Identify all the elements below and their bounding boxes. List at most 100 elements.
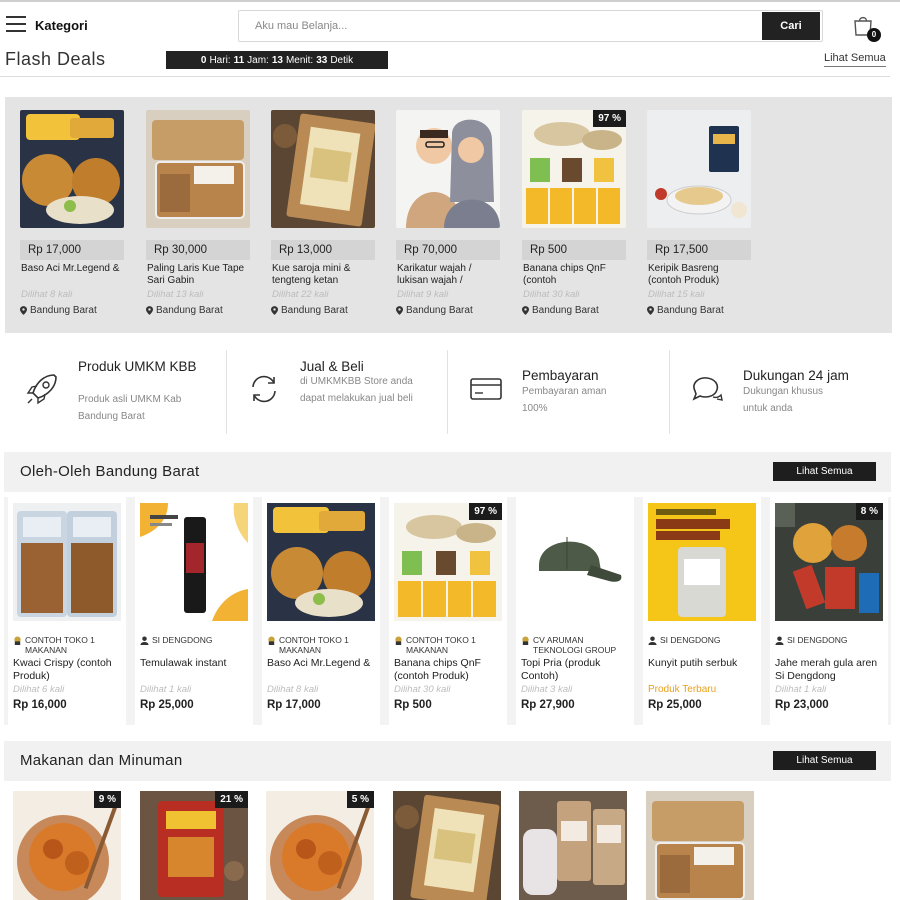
- product-name[interactable]: Kue saroja mini & tengteng ketan: [271, 263, 375, 287]
- feature-pembayaran: Pembayaran Pembayaran aman 100%: [468, 351, 658, 435]
- product-name[interactable]: Baso Aci Mr.Legend &: [20, 263, 124, 287]
- countdown-hours-label: Jam:: [247, 54, 269, 66]
- section-title: Makanan dan Minuman: [20, 752, 183, 769]
- kategori-label[interactable]: Kategori: [35, 18, 88, 33]
- product-name[interactable]: Baso Aci Mr.Legend &: [267, 657, 375, 683]
- feature-title: Jual & Beli: [300, 359, 364, 374]
- product-image[interactable]: 5 %: [266, 791, 374, 900]
- header-divider: [0, 76, 890, 77]
- oleh-oleh-product-row: CONTOH TOKO 1 MAKANAN Kwaci Crispy (cont…: [4, 497, 891, 725]
- product-image[interactable]: [393, 791, 501, 900]
- location-pin-icon: [20, 306, 27, 315]
- shop-info[interactable]: SI DENGDONG: [775, 635, 883, 657]
- product-name[interactable]: Kunyit putih serbuk: [648, 657, 756, 683]
- top-border: [0, 0, 900, 2]
- product-image[interactable]: [519, 791, 627, 900]
- shop-info[interactable]: SI DENGDONG: [140, 635, 248, 657]
- product-image[interactable]: [646, 791, 754, 900]
- discount-badge: 97 %: [469, 503, 502, 520]
- product-image[interactable]: 8 %: [775, 503, 883, 621]
- user-icon: [775, 636, 784, 645]
- discount-badge: 97 %: [593, 110, 626, 127]
- flash-product-card[interactable]: Rp 13,000 Kue saroja mini & tengteng ket…: [271, 110, 375, 316]
- flash-see-all-link[interactable]: Lihat Semua: [824, 52, 886, 67]
- search-input[interactable]: [239, 11, 762, 41]
- shop-name: CV ARUMAN TEKNOLOGI GROUP: [533, 635, 617, 655]
- product-image[interactable]: [648, 503, 756, 621]
- rocket-icon: [26, 374, 57, 405]
- feature-jual-beli: Jual & Beli di UMKMKBB Store anda dapat …: [246, 351, 446, 435]
- refresh-icon: [252, 375, 276, 403]
- product-card[interactable]: CONTOH TOKO 1 MAKANAN Kwaci Crispy (cont…: [8, 497, 126, 725]
- product-card[interactable]: SI DENGDONG Kunyit putih serbuk Produk T…: [643, 497, 761, 725]
- flash-product-card[interactable]: 97 % Rp 500 Banana chips QnF (contoh Dil…: [522, 110, 626, 316]
- product-location: Bandung Barat: [522, 305, 626, 316]
- product-name[interactable]: Kwaci Crispy (contoh Produk): [13, 657, 121, 683]
- shop-info[interactable]: CONTOH TOKO 1 MAKANAN: [267, 635, 375, 657]
- store-icon: [522, 636, 529, 645]
- flash-deals-title: Flash Deals: [5, 49, 106, 69]
- product-location: Bandung Barat: [647, 305, 751, 316]
- product-image[interactable]: [140, 503, 248, 621]
- flash-product-card[interactable]: Rp 30,000 Paling Laris Kue Tape Sari Gab…: [146, 110, 250, 316]
- product-price: Rp 23,000: [775, 699, 829, 711]
- flash-product-card[interactable]: Rp 17,500 Keripik Basreng (contoh Produk…: [647, 110, 751, 316]
- discount-badge: 9 %: [93, 791, 121, 808]
- product-name[interactable]: Temulawak instant: [140, 657, 248, 683]
- discount-badge: 5 %: [346, 791, 374, 808]
- product-name[interactable]: Keripik Basreng (contoh Produk): [647, 263, 751, 287]
- product-name[interactable]: Paling Laris Kue Tape Sari Gabin: [146, 263, 250, 287]
- product-name[interactable]: Jahe merah gula aren Si Dengdong: [775, 657, 883, 683]
- shop-info[interactable]: CONTOH TOKO 1 MAKANAN: [394, 635, 502, 657]
- shop-info[interactable]: SI DENGDONG: [648, 635, 756, 657]
- shop-info[interactable]: CV ARUMAN TEKNOLOGI GROUP: [521, 635, 629, 657]
- flash-deals-panel: Rp 17,000 Baso Aci Mr.Legend & Dilihat 8…: [5, 97, 892, 333]
- flash-product-card[interactable]: Rp 17,000 Baso Aci Mr.Legend & Dilihat 8…: [20, 110, 124, 316]
- feature-divider: [669, 350, 670, 434]
- shop-name: CONTOH TOKO 1 MAKANAN: [279, 635, 349, 655]
- product-image[interactable]: 97 %: [522, 110, 626, 228]
- product-image[interactable]: 97 %: [394, 503, 502, 621]
- product-image[interactable]: [20, 110, 124, 228]
- product-views: Dilihat 15 kali: [648, 289, 705, 300]
- hamburger-menu-icon[interactable]: [6, 16, 26, 32]
- product-name[interactable]: Banana chips QnF (contoh: [522, 263, 626, 287]
- location-pin-icon: [647, 306, 654, 315]
- product-image[interactable]: [396, 110, 500, 228]
- product-image[interactable]: [647, 110, 751, 228]
- see-all-button[interactable]: Lihat Semua: [773, 462, 876, 481]
- product-image[interactable]: [146, 110, 250, 228]
- product-price: Rp 70,000: [396, 240, 500, 260]
- search-button[interactable]: Cari: [762, 12, 820, 40]
- product-card[interactable]: CONTOH TOKO 1 MAKANAN Baso Aci Mr.Legend…: [262, 497, 380, 725]
- location-pin-icon: [146, 306, 153, 315]
- product-name[interactable]: Topi Pria (produk Contoh): [521, 657, 629, 683]
- feature-desc: Pembayaran aman 100%: [522, 386, 607, 414]
- feature-title: Dukungan 24 jam: [743, 368, 849, 383]
- product-price: Rp 25,000: [648, 699, 702, 711]
- product-card[interactable]: CV ARUMAN TEKNOLOGI GROUP Topi Pria (pro…: [516, 497, 634, 725]
- location-text: Bandung Barat: [156, 305, 223, 316]
- product-image[interactable]: 9 %: [13, 791, 121, 900]
- product-card[interactable]: 97 % CONTOH TOKO 1 MAKANAN Banana chips …: [389, 497, 507, 725]
- shop-info[interactable]: CONTOH TOKO 1 MAKANAN: [13, 635, 121, 657]
- product-image[interactable]: [521, 503, 629, 621]
- location-text: Bandung Barat: [281, 305, 348, 316]
- product-location: Bandung Barat: [396, 305, 500, 316]
- product-price: Rp 25,000: [140, 699, 194, 711]
- product-card[interactable]: 8 % SI DENGDONG Jahe merah gula aren Si …: [770, 497, 888, 725]
- cart-button[interactable]: 0: [851, 13, 881, 42]
- location-text: Bandung Barat: [30, 305, 97, 316]
- product-name[interactable]: Banana chips QnF (contoh Produk): [394, 657, 502, 683]
- flash-product-card[interactable]: Rp 70,000 Karikatur wajah / lukisan waja…: [396, 110, 500, 316]
- product-views: Dilihat 1 kali: [775, 684, 827, 695]
- product-image[interactable]: [267, 503, 375, 621]
- product-image[interactable]: 21 %: [140, 791, 248, 900]
- product-name[interactable]: Karikatur wajah / lukisan wajah /: [396, 263, 500, 287]
- see-all-button[interactable]: Lihat Semua: [773, 751, 876, 770]
- feature-umkm: Produk UMKM KBB Produk asli UMKM Kab Ban…: [24, 351, 214, 435]
- cart-count-badge: 0: [867, 28, 881, 42]
- product-image[interactable]: [13, 503, 121, 621]
- product-card[interactable]: SI DENGDONG Temulawak instant Dilihat 1 …: [135, 497, 253, 725]
- product-image[interactable]: [271, 110, 375, 228]
